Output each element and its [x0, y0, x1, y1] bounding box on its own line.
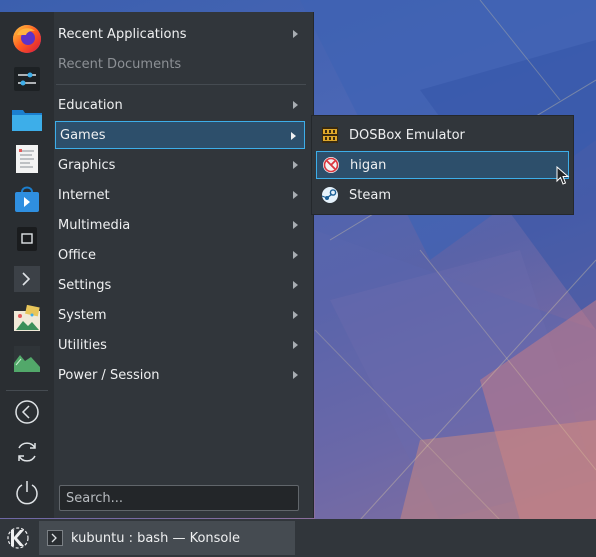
- application-menu: Recent Applications Recent Documents Edu…: [54, 12, 314, 518]
- menu-item-utilities[interactable]: Utilities: [54, 331, 306, 359]
- menu-item-label: Games: [60, 127, 106, 143]
- folder-icon[interactable]: [10, 102, 44, 136]
- task-label: kubuntu : bash — Konsole: [71, 530, 240, 546]
- favorites-divider: [6, 390, 48, 391]
- submenu-item-label: Steam: [349, 187, 391, 203]
- games-submenu: DOSBox Emulator higan Steam: [311, 115, 574, 215]
- chevron-right-icon: [293, 251, 298, 259]
- image-viewer-icon[interactable]: [10, 302, 44, 336]
- steam-icon: [321, 186, 339, 204]
- menu-item-label: Education: [58, 97, 123, 113]
- higan-icon: [322, 156, 340, 174]
- menu-item-games[interactable]: Games: [55, 121, 305, 149]
- task-konsole[interactable]: kubuntu : bash — Konsole: [39, 521, 295, 555]
- restart-icon[interactable]: [10, 435, 44, 469]
- text-editor-icon[interactable]: [10, 142, 44, 176]
- logout-icon[interactable]: [10, 395, 44, 429]
- menu-item-label: Utilities: [58, 337, 107, 353]
- menu-item-label: Graphics: [58, 157, 116, 173]
- menu-item-graphics[interactable]: Graphics: [54, 151, 306, 179]
- menu-item-label: Office: [58, 247, 96, 263]
- shutdown-icon[interactable]: [10, 475, 44, 509]
- chevron-right-icon: [293, 341, 298, 349]
- chevron-right-icon: [293, 101, 298, 109]
- menu-item-multimedia[interactable]: Multimedia: [54, 211, 306, 239]
- chevron-right-icon: [293, 221, 298, 229]
- kde-launcher-button[interactable]: [0, 519, 36, 557]
- chevron-right-icon: [291, 132, 296, 140]
- kde-logo-icon: [7, 527, 29, 549]
- menu-item-label: Internet: [58, 187, 110, 203]
- chevron-right-icon: [293, 30, 298, 38]
- taskbar-panel: kubuntu : bash — Konsole: [0, 519, 596, 557]
- menu-item-label: Recent Documents: [58, 56, 182, 72]
- chevron-right-icon: [293, 371, 298, 379]
- chevron-right-icon: [293, 191, 298, 199]
- system-settings-icon[interactable]: [10, 62, 44, 96]
- submenu-item-label: DOSBox Emulator: [349, 127, 465, 143]
- favorites-sidebar: [0, 12, 55, 518]
- menu-item-power-session[interactable]: Power / Session: [54, 361, 306, 389]
- notes-icon[interactable]: [10, 222, 44, 256]
- menu-item-settings[interactable]: Settings: [54, 271, 306, 299]
- menu-item-label: Settings: [58, 277, 112, 293]
- menu-item-label: Multimedia: [58, 217, 131, 233]
- menu-item-system[interactable]: System: [54, 301, 306, 329]
- dosbox-icon: [321, 126, 339, 144]
- menu-item-label: System: [58, 307, 107, 323]
- menu-item-recent-documents[interactable]: Recent Documents: [54, 50, 306, 78]
- menu-item-office[interactable]: Office: [54, 241, 306, 269]
- submenu-item-higan[interactable]: higan: [316, 151, 569, 179]
- terminal-icon[interactable]: [10, 262, 44, 296]
- menu-item-label: Power / Session: [58, 367, 160, 383]
- search-input[interactable]: [59, 485, 299, 511]
- menu-item-recent-applications[interactable]: Recent Applications: [54, 20, 306, 48]
- menu-item-internet[interactable]: Internet: [54, 181, 306, 209]
- submenu-item-label: higan: [350, 157, 387, 173]
- menu-separator: [56, 84, 306, 85]
- system-monitor-icon[interactable]: [10, 342, 44, 376]
- chevron-right-icon: [293, 161, 298, 169]
- firefox-icon[interactable]: [10, 22, 44, 56]
- chevron-right-icon: [293, 311, 298, 319]
- mouse-cursor-icon: [556, 165, 570, 190]
- menu-item-education[interactable]: Education: [54, 91, 306, 119]
- chevron-right-icon: [293, 281, 298, 289]
- submenu-item-dosbox[interactable]: DOSBox Emulator: [316, 121, 569, 149]
- terminal-icon: [47, 530, 63, 546]
- menu-item-label: Recent Applications: [58, 26, 187, 42]
- software-store-icon[interactable]: [10, 182, 44, 216]
- submenu-item-steam[interactable]: Steam: [316, 181, 569, 209]
